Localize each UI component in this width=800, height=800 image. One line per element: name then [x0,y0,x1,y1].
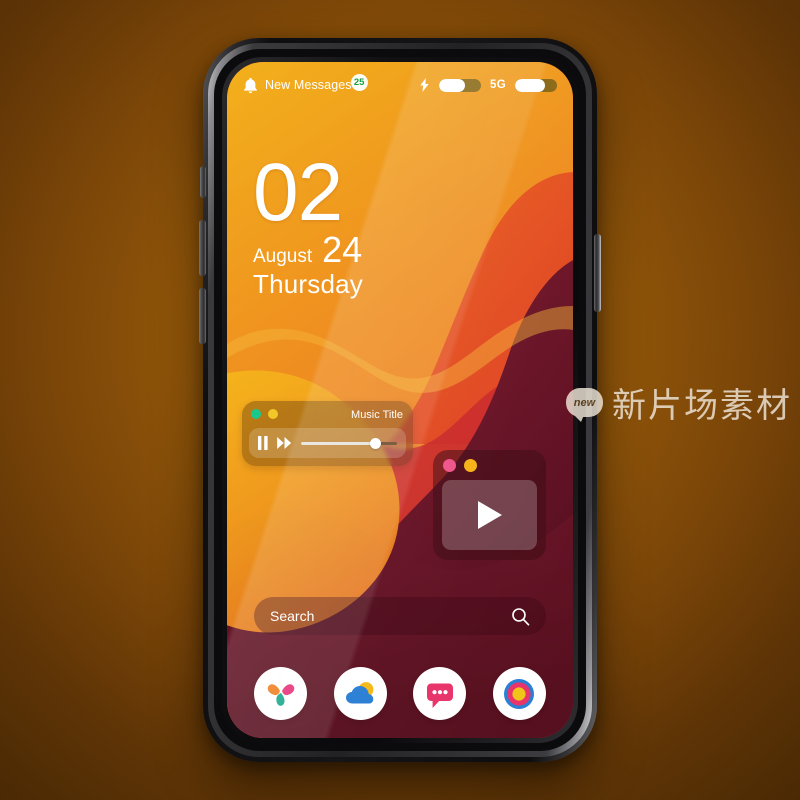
search-icon[interactable] [511,607,530,626]
fast-forward-icon[interactable] [277,437,292,449]
scene-background: new 新片场素材 New Messages 25 5G 02 August 2… [0,0,800,800]
search-bar[interactable] [254,597,546,635]
flash-icon [419,78,430,92]
date-day: 24 [322,228,363,270]
app-dock [254,667,546,720]
watermark-text: 新片场素材 [612,386,792,426]
dock-app-photos[interactable] [254,667,307,720]
video-dot-pink [443,459,456,472]
video-dot-yellow [464,459,477,472]
status-bar-right: 5G [419,78,557,92]
search-input[interactable] [270,608,511,624]
smartphone-device: New Messages 25 5G 02 August 24 Thursday… [199,38,601,762]
music-dot-yellow [268,409,278,419]
silent-switch-button[interactable] [200,166,206,198]
music-dot-green [251,409,261,419]
pause-icon[interactable] [258,436,268,450]
watermark-logo: new [566,388,603,422]
video-preview-area[interactable] [442,480,537,550]
dock-app-target[interactable] [492,667,546,720]
music-player-widget[interactable]: Music Title [242,401,413,466]
music-title: Music Title [351,409,403,421]
power-button[interactable] [594,234,601,312]
date-weekday: Thursday [253,268,363,299]
video-player-widget[interactable] [433,450,546,560]
music-progress-slider[interactable] [301,436,397,450]
music-controls [249,428,406,458]
status-bar-left: New Messages 25 [243,73,368,94]
cloud-sun-icon [343,677,377,711]
network-label: 5G [490,79,506,91]
notification-label: New Messages [265,78,352,92]
signal-indicator [515,78,557,92]
bell-icon [243,77,258,94]
clock-hour: 02 [253,147,343,238]
flower-petals-icon [264,677,298,711]
volume-up-button[interactable] [199,220,206,276]
status-bar: New Messages 25 5G [227,62,573,108]
volume-down-button[interactable] [199,288,206,344]
battery-fill [439,78,466,92]
slider-filled [301,441,376,445]
play-icon[interactable] [476,500,504,530]
dock-app-weather[interactable] [333,667,387,720]
signal-fill [515,78,546,92]
slider-knob[interactable] [370,437,382,449]
video-widget-dots [443,459,477,472]
concentric-target-icon [502,677,536,711]
status-badge: 25 [350,73,368,91]
lockscreen-clock: 02 August 24 Thursday [253,147,363,300]
chat-bubble-icon [424,678,456,710]
phone-screen: New Messages 25 5G 02 August 24 Thursday… [227,62,573,738]
battery-indicator [439,78,482,92]
dock-app-messages[interactable] [413,667,467,720]
watermark: new 新片场素材 [566,378,792,427]
date-month: August [253,245,313,267]
music-widget-dots [251,409,278,419]
